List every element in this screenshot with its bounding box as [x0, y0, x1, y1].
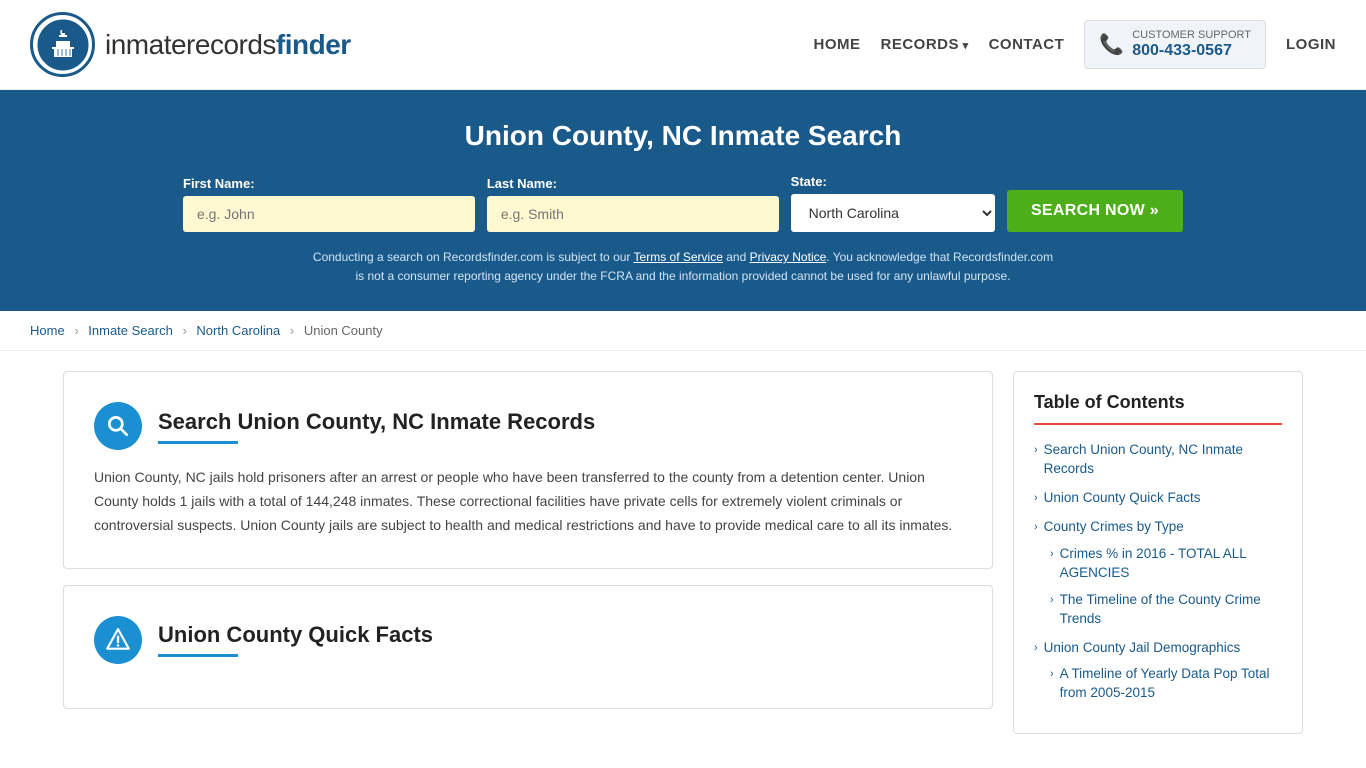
search-records-header: Search Union County, NC Inmate Records	[94, 402, 962, 450]
toc-item-search: › Search Union County, NC Inmate Records	[1034, 441, 1282, 479]
main-nav: HOME RECORDS CONTACT 📞 CUSTOMER SUPPORT …	[814, 20, 1337, 69]
search-records-title-area: Search Union County, NC Inmate Records	[158, 409, 595, 444]
breadcrumb-north-carolina[interactable]: North Carolina	[196, 323, 280, 338]
support-number: 800-433-0567	[1132, 42, 1251, 60]
section-underline	[158, 441, 238, 444]
chevron-icon: ›	[1050, 547, 1054, 562]
logo-icon	[30, 12, 95, 77]
sidebar: Table of Contents › Search Union County,…	[1013, 371, 1303, 734]
hero-section: Union County, NC Inmate Search First Nam…	[0, 90, 1366, 311]
alert-icon-circle	[94, 616, 142, 664]
state-group: State: North Carolina Alabama Alaska Ari…	[791, 174, 995, 232]
phone-icon: 📞	[1099, 32, 1124, 57]
nav-login[interactable]: LOGIN	[1286, 36, 1336, 53]
logo-text-light: inmaterecords	[105, 29, 276, 60]
search-button[interactable]: SEARCH NOW »	[1007, 190, 1183, 232]
support-label: CUSTOMER SUPPORT	[1132, 29, 1251, 42]
sidebar-title: Table of Contents	[1034, 392, 1282, 413]
nav-records[interactable]: RECORDS	[881, 36, 969, 53]
breadcrumb-sep-1: ›	[74, 323, 78, 338]
first-name-group: First Name:	[183, 176, 475, 232]
search-icon-circle	[94, 402, 142, 450]
sidebar-underline	[1034, 423, 1282, 425]
breadcrumb-sep-2: ›	[182, 323, 186, 338]
state-dropdown[interactable]: North Carolina Alabama Alaska Arizona Ca…	[791, 194, 995, 232]
last-name-group: Last Name:	[487, 176, 779, 232]
toc-item-yearly: › A Timeline of Yearly Data Pop Total fr…	[1050, 665, 1282, 703]
last-name-label: Last Name:	[487, 176, 779, 191]
search-form: First Name: Last Name: State: North Caro…	[183, 174, 1183, 232]
chevron-icon: ›	[1050, 667, 1054, 682]
logo-text: inmaterecordsfinder	[105, 29, 351, 61]
toc-item-crimes-2016: › Crimes % in 2016 - TOTAL ALL AGENCIES	[1050, 545, 1282, 583]
chevron-icon: ›	[1050, 593, 1054, 608]
quick-facts-underline	[158, 654, 238, 657]
last-name-input[interactable]	[487, 196, 779, 232]
breadcrumb-sep-3: ›	[290, 323, 294, 338]
terms-link[interactable]: Terms of Service	[634, 250, 723, 264]
toc-link-yearly[interactable]: › A Timeline of Yearly Data Pop Total fr…	[1050, 665, 1282, 703]
search-records-card: Search Union County, NC Inmate Records U…	[63, 371, 993, 568]
nav-home[interactable]: HOME	[814, 36, 861, 53]
toc-sub-list: › Crimes % in 2016 - TOTAL ALL AGENCIES …	[1050, 545, 1282, 629]
quick-facts-card: Union County Quick Facts	[63, 585, 993, 709]
hero-title: Union County, NC Inmate Search	[40, 120, 1326, 152]
logo-text-bold: finder	[276, 29, 351, 60]
header: inmaterecordsfinder HOME RECORDS CONTACT…	[0, 0, 1366, 90]
quick-facts-title: Union County Quick Facts	[158, 622, 433, 648]
toc-item-crimes: › County Crimes by Type › Crimes % in 20…	[1034, 518, 1282, 628]
first-name-input[interactable]	[183, 196, 475, 232]
sidebar-card: Table of Contents › Search Union County,…	[1013, 371, 1303, 734]
toc-item-quick-facts: › Union County Quick Facts	[1034, 489, 1282, 508]
toc-link-crimes[interactable]: › County Crimes by Type	[1034, 518, 1282, 537]
chevron-icon: ›	[1034, 520, 1038, 535]
breadcrumb-home[interactable]: Home	[30, 323, 65, 338]
search-records-title: Search Union County, NC Inmate Records	[158, 409, 595, 435]
search-records-body: Union County, NC jails hold prisoners af…	[94, 466, 962, 537]
toc-link-demographics[interactable]: › Union County Jail Demographics	[1034, 639, 1282, 658]
breadcrumb: Home › Inmate Search › North Carolina › …	[0, 311, 1366, 351]
chevron-icon: ›	[1034, 491, 1038, 506]
content-area: Search Union County, NC Inmate Records U…	[63, 371, 993, 734]
logo-area: inmaterecordsfinder	[30, 12, 351, 77]
chevron-icon: ›	[1034, 641, 1038, 656]
state-label: State:	[791, 174, 995, 189]
breadcrumb-union-county: Union County	[304, 323, 383, 338]
toc-item-demographics: › Union County Jail Demographics › A Tim…	[1034, 639, 1282, 704]
main-content: Search Union County, NC Inmate Records U…	[33, 371, 1333, 734]
privacy-link[interactable]: Privacy Notice	[750, 250, 827, 264]
toc-link-search[interactable]: › Search Union County, NC Inmate Records	[1034, 441, 1282, 479]
toc-item-timeline: › The Timeline of the County Crime Trend…	[1050, 591, 1282, 629]
support-info: CUSTOMER SUPPORT 800-433-0567	[1132, 29, 1251, 60]
toc-list: › Search Union County, NC Inmate Records…	[1034, 441, 1282, 703]
nav-contact[interactable]: CONTACT	[989, 36, 1065, 53]
toc-link-timeline[interactable]: › The Timeline of the County Crime Trend…	[1050, 591, 1282, 629]
hero-disclaimer: Conducting a search on Recordsfinder.com…	[308, 248, 1058, 286]
toc-link-quick-facts[interactable]: › Union County Quick Facts	[1034, 489, 1282, 508]
breadcrumb-inmate-search[interactable]: Inmate Search	[88, 323, 173, 338]
quick-facts-header: Union County Quick Facts	[94, 616, 962, 664]
toc-sub-list-2: › A Timeline of Yearly Data Pop Total fr…	[1050, 665, 1282, 703]
quick-facts-title-area: Union County Quick Facts	[158, 622, 433, 657]
first-name-label: First Name:	[183, 176, 475, 191]
toc-link-crimes-2016[interactable]: › Crimes % in 2016 - TOTAL ALL AGENCIES	[1050, 545, 1282, 583]
chevron-icon: ›	[1034, 443, 1038, 458]
customer-support-button[interactable]: 📞 CUSTOMER SUPPORT 800-433-0567	[1084, 20, 1266, 69]
